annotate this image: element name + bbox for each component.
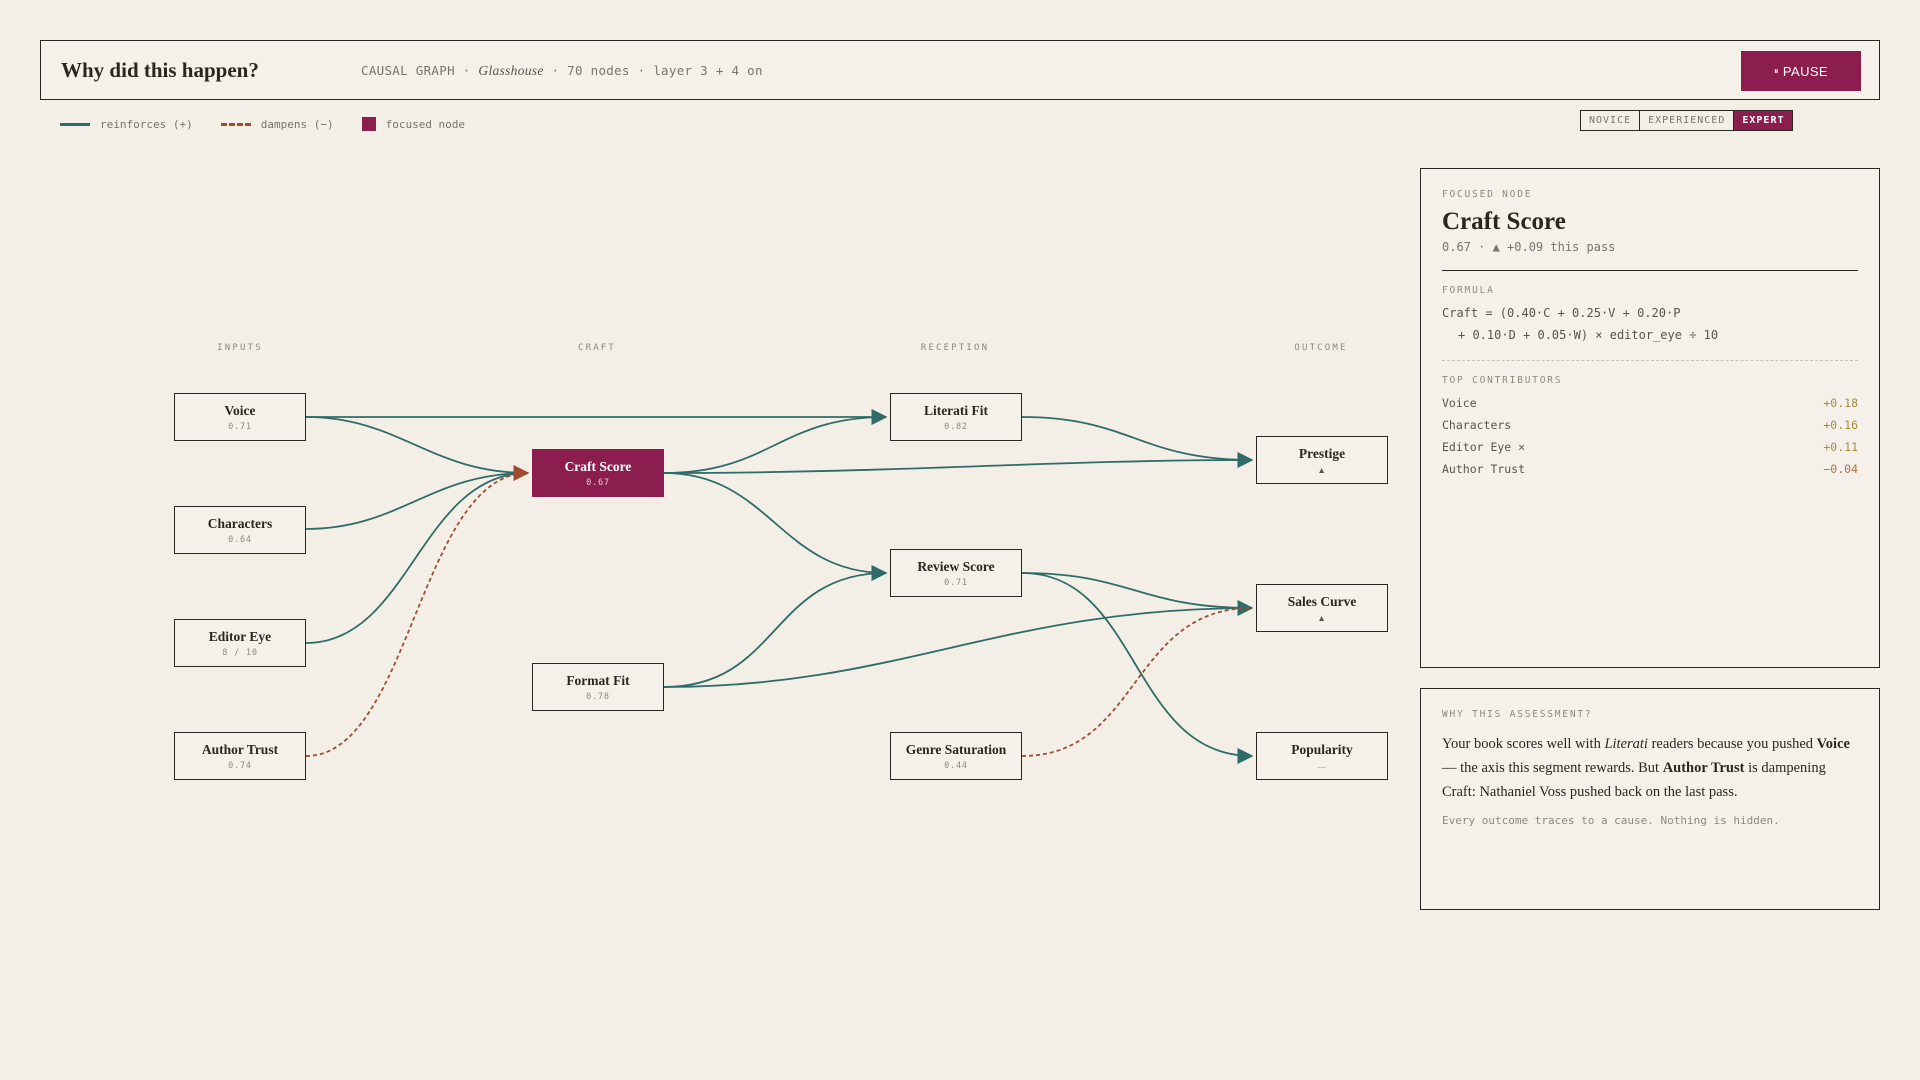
formula: Craft = (0.40·C + 0.25·V + 0.20·P + 0.10… (1442, 302, 1858, 346)
trend-up-icon: ▲ (1317, 464, 1327, 475)
why-kicker: WHY THIS ASSESSMENT? (1442, 709, 1593, 720)
contributors-list: Voice +0.18 Characters +0.16 Editor Eye … (1442, 392, 1858, 480)
edge-literati-prestige (1021, 416, 1253, 461)
node-name: Format Fit (566, 672, 630, 688)
node-value: 0.44 (944, 760, 968, 771)
edge-review-sales (1021, 572, 1253, 609)
focused-node-title: Craft Score (1442, 208, 1566, 235)
level-novice[interactable]: NOVICE (1581, 111, 1641, 130)
edge-craft-prestige (663, 451, 1254, 474)
edge-craft-literati (663, 416, 887, 474)
edge-craft-review (663, 472, 888, 582)
contributor-value: +0.11 (1823, 440, 1858, 454)
node-prestige[interactable]: Prestige ▲ (1256, 436, 1388, 484)
divider-dashed (1442, 360, 1858, 361)
node-value: 0.67 (586, 477, 610, 488)
pause-icon: ⏸ (1773, 65, 1779, 76)
contributor-name: Editor Eye × (1442, 440, 1526, 454)
formula-line-2: + 0.10·D + 0.05·W) × editor_eye ÷ 10 (1458, 328, 1719, 342)
node-popularity[interactable]: Popularity — (1256, 732, 1388, 780)
node-value: 0.74 (228, 760, 252, 771)
node-value: 0.71 (944, 577, 968, 588)
why-explanation: Your book scores well with Literati read… (1442, 732, 1858, 804)
node-name: Prestige (1298, 445, 1346, 461)
node-name: Literati Fit (923, 402, 989, 418)
segment-name: Literati (1604, 736, 1648, 752)
column-label-inputs: INPUTS (217, 343, 263, 353)
edge-characters-craft (305, 472, 529, 530)
panel-kicker: FOCUSED NODE (1442, 189, 1533, 200)
edge-format-sales (663, 599, 1254, 688)
contributor-value: +0.18 (1823, 396, 1858, 410)
node-name: Genre Saturation (905, 741, 1007, 757)
contributor-value: −0.04 (1823, 462, 1858, 476)
list-item: Characters +0.16 (1442, 414, 1858, 436)
formula-label: FORMULA (1442, 285, 1495, 296)
node-name: Review Score (917, 558, 995, 574)
list-item: Editor Eye × +0.11 (1442, 436, 1858, 458)
column-label-outcome: OUTCOME (1294, 343, 1348, 353)
node-value: 0.82 (944, 421, 968, 432)
trend-flat-icon: — (1317, 760, 1327, 771)
expertise-toggle: NOVICE EXPERIENCED EXPERT (1580, 110, 1794, 131)
trend-up-icon: ▲ (1317, 612, 1327, 623)
node-name: Voice (224, 402, 256, 418)
contributor-name: Author Trust (1442, 462, 1526, 476)
pause-label: PAUSE (1782, 63, 1828, 79)
column-label-craft: CRAFT (577, 343, 617, 353)
node-name: Author Trust (201, 741, 279, 757)
level-expert[interactable]: EXPERT (1734, 111, 1793, 130)
focused-node-subtitle: 0.67 · ▲ +0.09 this pass (1442, 240, 1616, 254)
edge-review-popularity (1021, 572, 1254, 765)
divider (1442, 270, 1858, 271)
node-name: Characters (207, 515, 273, 531)
node-characters[interactable]: Characters 0.64 (174, 506, 306, 554)
list-item: Author Trust −0.04 (1442, 458, 1858, 480)
contributor-name: Characters (1442, 418, 1512, 432)
node-name: Sales Curve (1287, 593, 1357, 609)
node-value: 0.71 (228, 421, 252, 432)
contributors-label: TOP CONTRIBUTORS (1442, 375, 1563, 386)
node-sales-curve[interactable]: Sales Curve ▲ (1256, 584, 1388, 632)
node-review-score[interactable]: Review Score 0.71 (890, 549, 1022, 597)
node-name: Popularity (1291, 741, 1353, 757)
level-experienced[interactable]: EXPERIENCED (1640, 111, 1735, 130)
node-author-trust[interactable]: Author Trust 0.74 (174, 732, 306, 780)
edge-trust-craft (305, 464, 530, 757)
edge-editor-craft (305, 472, 529, 644)
node-value: 8 / 10 (222, 647, 258, 658)
node-value: 0.64 (228, 534, 252, 545)
text-segment: Your book scores well with (1442, 736, 1605, 752)
edge-genre-sales (1021, 607, 1253, 757)
node-format-fit[interactable]: Format Fit 0.78 (532, 663, 664, 711)
text-segment: readers because you pushed (1647, 736, 1817, 752)
edge-format-review (663, 572, 887, 688)
node-editor-eye[interactable]: Editor Eye 8 / 10 (174, 619, 306, 667)
node-literati-fit[interactable]: Literati Fit 0.82 (890, 393, 1022, 441)
emphasis-voice: Voice (1816, 736, 1850, 752)
pause-button[interactable]: ⏸ PAUSE (1741, 51, 1861, 91)
node-craft-score[interactable]: Craft Score 0.67 (532, 449, 664, 497)
why-panel: WHY THIS ASSESSMENT? Your book scores we… (1420, 688, 1880, 910)
why-note: Every outcome traces to a cause. Nothing… (1442, 814, 1780, 827)
node-voice[interactable]: Voice 0.71 (174, 393, 306, 441)
node-genre-saturation[interactable]: Genre Saturation 0.44 (890, 732, 1022, 780)
edge-voice-craft (305, 416, 529, 474)
focused-node-panel: FOCUSED NODE Craft Score 0.67 · ▲ +0.09 … (1420, 168, 1880, 668)
text-segment: — the axis this segment rewards. But (1442, 760, 1663, 776)
column-label-reception: RECEPTION (920, 343, 990, 353)
formula-line-1: Craft = (0.40·C + 0.25·V + 0.20·P (1442, 306, 1681, 320)
contributor-value: +0.16 (1823, 418, 1858, 432)
node-value: 0.78 (586, 691, 610, 702)
contributor-name: Voice (1442, 396, 1477, 410)
node-name: Editor Eye (208, 628, 272, 644)
list-item: Voice +0.18 (1442, 392, 1858, 414)
node-name: Craft Score (564, 458, 632, 474)
emphasis-author-trust: Author Trust (1662, 760, 1745, 776)
causal-graph: INPUTS CRAFT RECEPTION OUTCOME Voice 0.7… (0, 0, 1420, 1080)
